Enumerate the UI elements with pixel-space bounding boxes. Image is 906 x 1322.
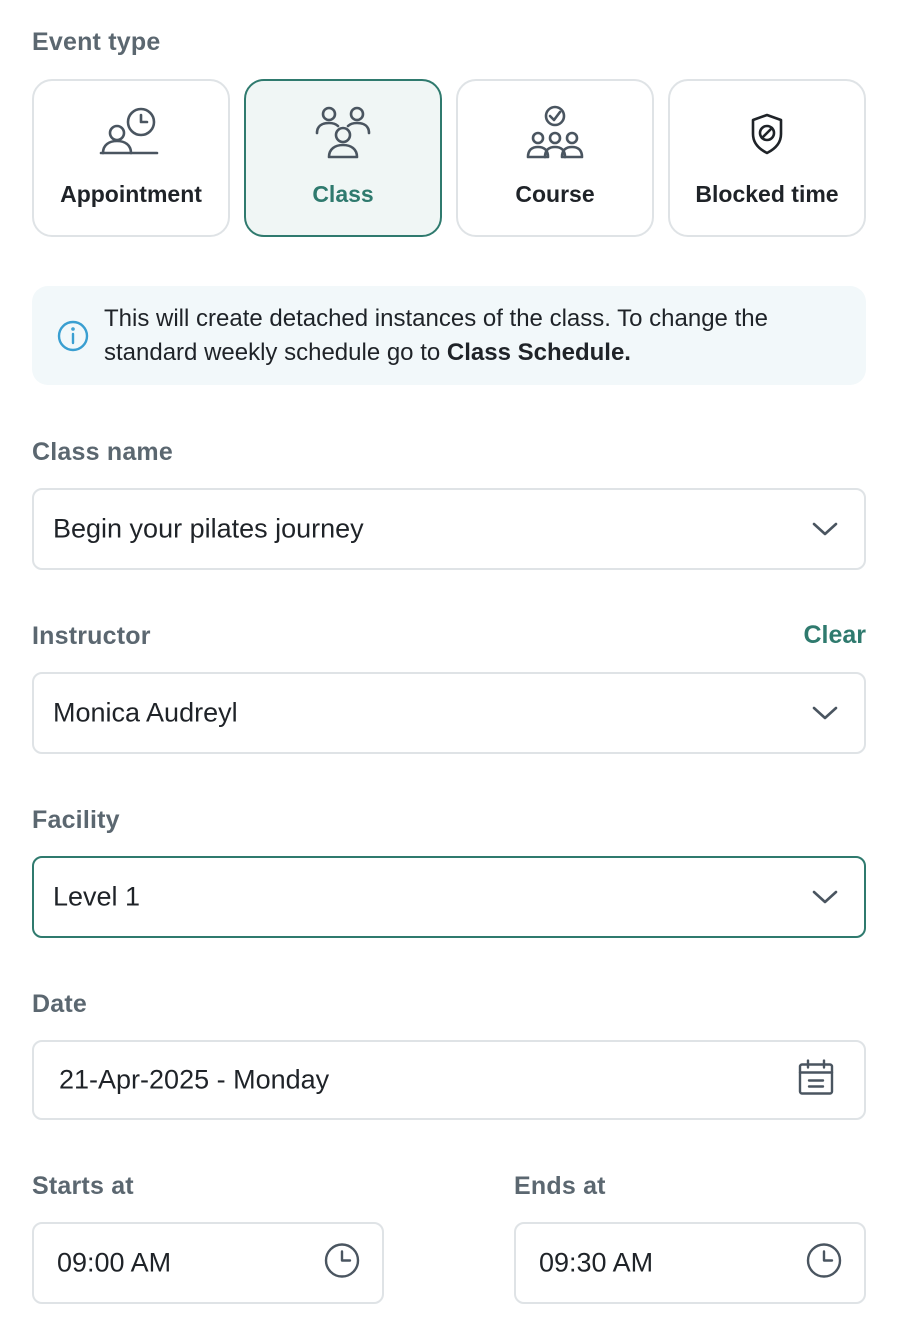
instructor-value: Monica Audreyl [53,697,238,728]
class-icon [246,105,440,163]
event-type-appointment-card[interactable]: Appointment [32,79,230,237]
ends-at-value: 09:30 AM [539,1247,654,1278]
info-banner-message: This will create detached instances of t… [104,305,768,366]
clock-icon[interactable] [806,1243,842,1284]
starts-at-input[interactable]: 09:00 AM [32,1222,384,1304]
date-value: 21-Apr-2025 - Monday [59,1064,330,1095]
event-type-class-card[interactable]: Class [244,79,442,237]
appointment-icon [34,105,228,163]
starts-at-label: Starts at [32,1172,134,1200]
info-banner-text: This will create detached instances of t… [104,302,844,370]
info-banner: This will create detached instances of t… [32,286,866,385]
event-type-appointment-label: Appointment [60,181,202,207]
date-input[interactable]: 21-Apr-2025 - Monday [32,1040,866,1120]
clock-icon[interactable] [324,1243,360,1284]
starts-at-value: 09:00 AM [57,1247,172,1278]
event-form: Event type Appointment Class Course Bloc… [0,0,906,1322]
ends-at-label: Ends at [514,1172,606,1200]
event-type-blocked-time-card[interactable]: Blocked time [668,79,866,237]
class-schedule-link[interactable]: Class Schedule. [447,339,631,366]
ends-at-input[interactable]: 09:30 AM [514,1222,866,1304]
chevron-down-icon [812,521,838,542]
chevron-down-icon [812,705,838,726]
chevron-down-icon [812,889,838,910]
event-type-course-card[interactable]: Course [456,79,654,237]
class-name-value: Begin your pilates journey [53,513,364,544]
instructor-select[interactable]: Monica Audreyl [32,672,866,754]
event-type-course-label: Course [515,181,595,207]
facility-label: Facility [32,806,120,834]
class-name-label: Class name [32,438,173,466]
info-icon [57,320,89,357]
facility-select[interactable]: Level 1 [32,856,866,938]
event-type-label: Event type [32,28,161,56]
calendar-icon[interactable] [798,1059,834,1101]
blocked-time-icon [670,105,864,163]
event-type-class-label: Class [312,181,374,207]
event-type-blocked-time-label: Blocked time [695,181,839,207]
instructor-label: Instructor [32,622,151,650]
instructor-clear-button[interactable]: Clear [803,621,866,650]
class-name-select[interactable]: Begin your pilates journey [32,488,866,570]
facility-value: Level 1 [53,881,141,912]
course-icon [458,105,652,163]
date-label: Date [32,990,87,1018]
